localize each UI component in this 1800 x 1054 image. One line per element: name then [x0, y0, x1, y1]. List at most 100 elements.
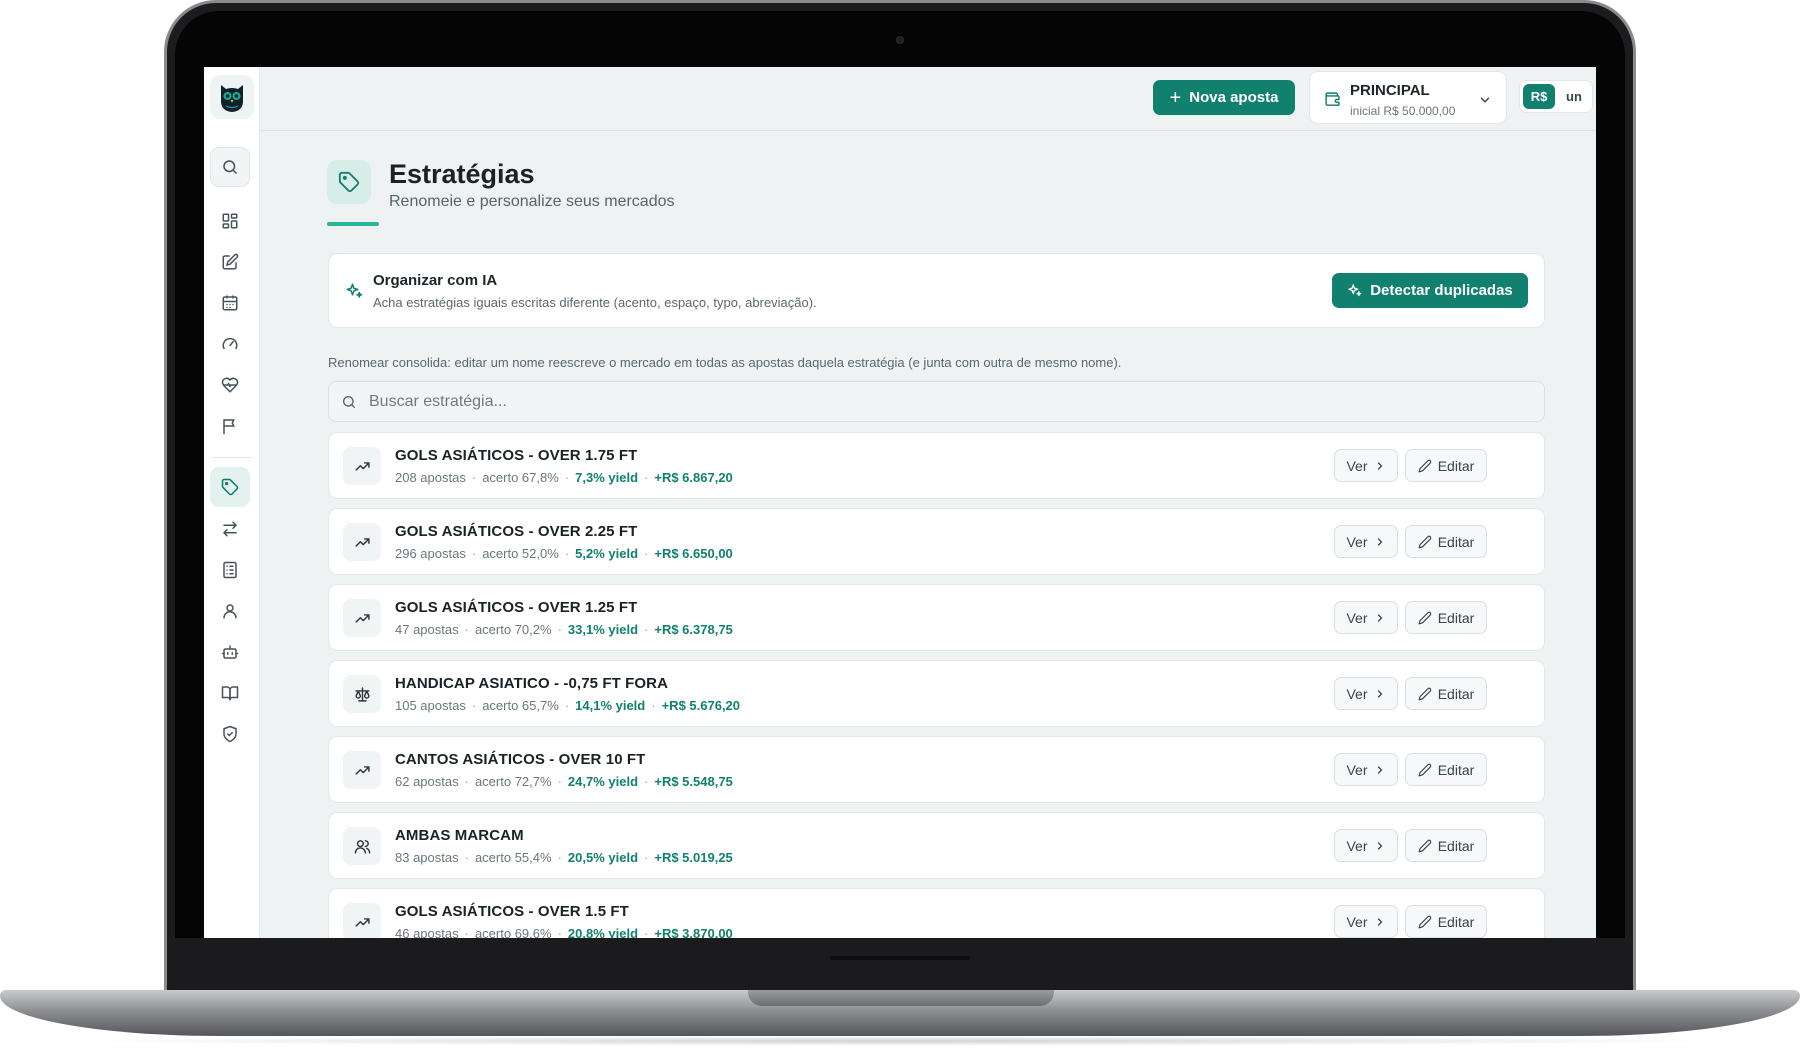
app-logo[interactable] — [210, 75, 254, 119]
strategy-profit: +R$ 6.867,20 — [654, 470, 733, 485]
strategy-bet-count: 105 apostas — [395, 698, 466, 713]
strategy-hit-rate: acerto 70,2% — [474, 622, 552, 637]
view-strategy-button[interactable]: Ver — [1334, 601, 1398, 634]
strategy-row: CANTOS ASIÁTICOS - OVER 10 FT 62 apostas ·… — [328, 736, 1545, 803]
rename-info-text: Renomear consolida: editar um nome reesc… — [328, 355, 1122, 370]
edit-strategy-button[interactable]: Editar — [1405, 449, 1487, 482]
strategy-name: GOLS ASIÁTICOS - OVER 2.25 FT — [395, 523, 638, 540]
chevron-right-icon — [1377, 461, 1382, 470]
sidebar-item-strategies[interactable] — [210, 467, 250, 507]
strategy-stats: 47 apostas · acerto 70,2% · 33,1% yield · +R$ … — [395, 622, 733, 637]
strategy-name: GOLS ASIÁTICOS - OVER 1.5 FT — [395, 903, 629, 920]
edit-square-icon — [222, 253, 239, 270]
sidebar-item-profile[interactable] — [210, 591, 250, 631]
edit-label: Editar — [1437, 457, 1475, 474]
edit-strategy-button[interactable]: Editar — [1405, 829, 1487, 862]
strategy-stats: 62 apostas · acerto 72,7% · 24,7% yield · +R$ … — [395, 774, 733, 789]
view-label: Ver — [1346, 685, 1368, 702]
sidebar-item-edit[interactable] — [210, 242, 250, 282]
page-title: Estratégias — [389, 159, 535, 189]
detect-duplicates-button[interactable]: Detectar duplicadas — [1332, 273, 1528, 308]
strategy-stats: 208 apostas · acerto 67,8% · 7,3% yield · +R$ … — [395, 470, 733, 485]
camera — [896, 36, 904, 44]
app-screen: + Nova aposta PRINCIPAL inicial R$ 50.00… — [204, 67, 1596, 938]
strategy-bet-count: 62 apostas — [395, 774, 459, 789]
tag-icon — [338, 171, 360, 193]
sidebar-item-dashboard[interactable] — [210, 201, 250, 241]
separator-dot: · — [564, 470, 570, 485]
shield-check-icon — [223, 725, 237, 743]
sidebar-item-bot[interactable] — [210, 632, 250, 672]
currency-toggle: R$ un — [1519, 80, 1593, 113]
strategy-yield: 14,1% yield — [575, 698, 646, 713]
view-label: Ver — [1346, 837, 1368, 854]
edit-label: Editar — [1437, 761, 1475, 778]
view-strategy-button[interactable]: Ver — [1334, 753, 1398, 786]
sidebar-item-flags[interactable] — [210, 406, 250, 446]
sidebar-item-performance[interactable] — [210, 324, 250, 364]
scale-icon — [343, 675, 381, 713]
view-strategy-button[interactable]: Ver — [1334, 905, 1398, 938]
separator-dot: · — [644, 470, 649, 485]
separator-dot: · — [557, 622, 562, 637]
currency-brl-option[interactable]: R$ — [1523, 84, 1555, 109]
sidebar-item-reports[interactable] — [210, 550, 250, 590]
separator-dot: · — [564, 546, 570, 561]
pencil-icon — [1418, 535, 1431, 548]
view-label: Ver — [1346, 913, 1368, 930]
account-name: PRINCIPAL — [1350, 82, 1430, 99]
strategy-stats: 46 apostas · acerto 69,6% · 20,8% yield · +R$ … — [395, 926, 733, 938]
edit-strategy-button[interactable]: Editar — [1405, 677, 1487, 710]
separator-dot: · — [644, 546, 649, 561]
edit-strategy-button[interactable]: Editar — [1405, 525, 1487, 558]
calendar-icon — [222, 295, 238, 311]
currency-units-option[interactable]: un — [1559, 89, 1589, 104]
strategy-stats: 83 apostas · acerto 55,4% · 20,5% yield · +R$ … — [395, 850, 733, 865]
strategy-bet-count: 296 apostas — [395, 546, 466, 561]
strategy-stats: 105 apostas · acerto 65,7% · 14,1% yield · +R$… — [395, 698, 740, 713]
separator-dot: · — [557, 774, 562, 789]
strategy-yield: 24,7% yield — [567, 774, 639, 789]
search-icon — [343, 396, 355, 408]
sidebar-item-transfers[interactable] — [210, 509, 250, 549]
trending-up-icon — [343, 523, 381, 561]
strategy-yield: 7,3% yield — [575, 470, 639, 485]
view-strategy-button[interactable]: Ver — [1334, 829, 1398, 862]
strategy-profit: +R$ 6.650,00 — [654, 546, 733, 561]
view-strategy-button[interactable]: Ver — [1334, 449, 1398, 482]
new-bet-button[interactable]: + Nova aposta — [1153, 80, 1295, 115]
strategy-row: GOLS ASIÁTICOS - OVER 1.25 FT 47 apostas ·… — [328, 584, 1545, 651]
sidebar-item-security[interactable] — [210, 714, 250, 754]
separator-dot: · — [644, 622, 649, 637]
strategy-name: CANTOS ASIÁTICOS - OVER 10 FT — [395, 751, 646, 768]
chevron-down-icon — [1480, 97, 1490, 103]
sidebar-item-calendar[interactable] — [210, 283, 250, 323]
view-strategy-button[interactable]: Ver — [1334, 677, 1398, 710]
chevron-right-icon — [1377, 537, 1382, 546]
sidebar-item-health[interactable] — [210, 365, 250, 405]
detect-duplicates-label: Detectar duplicadas — [1370, 282, 1513, 299]
ai-card-description: Acha estratégias iguais escritas diferen… — [373, 295, 817, 310]
view-strategy-button[interactable]: Ver — [1334, 525, 1398, 558]
account-selector[interactable]: PRINCIPAL inicial R$ 50.000,00 — [1309, 71, 1507, 124]
pencil-icon — [1418, 839, 1431, 852]
sidebar-item-guide[interactable] — [210, 673, 250, 713]
search-button[interactable] — [210, 147, 250, 187]
separator-dot: · — [471, 546, 477, 561]
strategy-profit: +R$ 5.019,25 — [654, 850, 733, 865]
edit-strategy-button[interactable]: Editar — [1405, 905, 1487, 938]
separator-dot: · — [471, 698, 477, 713]
trending-up-icon — [343, 599, 381, 637]
chevron-right-icon — [1377, 689, 1382, 698]
edit-strategy-button[interactable]: Editar — [1405, 601, 1487, 634]
strategy-row: GOLS ASIÁTICOS - OVER 2.25 FT 296 apostas… — [328, 508, 1545, 575]
book-open-icon — [221, 686, 239, 701]
strategy-name: AMBAS MARCAM — [395, 827, 524, 844]
strategy-search-input[interactable] — [369, 382, 1529, 421]
strategy-profit: +R$ 3.870,00 — [654, 926, 733, 938]
strategy-name: GOLS ASIÁTICOS - OVER 1.75 FT — [395, 447, 638, 464]
edit-strategy-button[interactable]: Editar — [1405, 753, 1487, 786]
ai-card-title: Organizar com IA — [373, 272, 498, 289]
strategy-row: HANDICAP ASIATICO - -0,75 FT FORA 105 apo… — [328, 660, 1545, 727]
dashboard-grid-icon — [222, 213, 238, 229]
